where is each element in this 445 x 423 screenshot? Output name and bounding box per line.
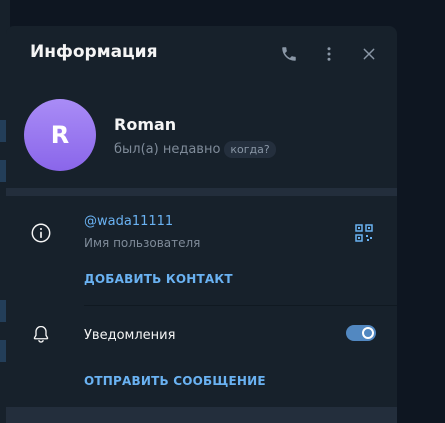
- more-button[interactable]: [317, 42, 341, 66]
- dialog-title: Информация: [30, 42, 158, 62]
- notifications-label: Уведомления: [84, 328, 176, 343]
- info-icon-wrap: [29, 221, 53, 245]
- username-link[interactable]: @wada11111: [84, 214, 173, 229]
- row-separator: [84, 305, 397, 306]
- notifications-toggle[interactable]: [346, 325, 376, 341]
- avatar[interactable]: R: [24, 99, 96, 171]
- qr-code-icon: [355, 224, 373, 242]
- background-header: [10, 0, 445, 22]
- call-button[interactable]: [277, 42, 301, 66]
- dialog-header: Информация: [6, 26, 397, 82]
- info-icon: [31, 223, 51, 243]
- section-divider: [6, 188, 397, 196]
- avatar-letter: R: [50, 121, 70, 149]
- qr-code-button[interactable]: [355, 224, 373, 242]
- username-label: Имя пользователя: [84, 236, 201, 250]
- bell-icon: [33, 325, 49, 343]
- last-seen-text: был(а) недавно: [114, 142, 221, 157]
- bell-icon-wrap: [29, 322, 53, 346]
- toggle-knob: [362, 327, 374, 339]
- section-divider-bottom: [6, 407, 397, 423]
- close-icon: [363, 48, 375, 60]
- user-info-dialog: Информация R Roman был(а) недавно когда?: [6, 26, 397, 423]
- more-vertical-icon: [327, 47, 331, 61]
- when-badge[interactable]: когда?: [224, 141, 276, 158]
- add-contact-button[interactable]: ДОБАВИТЬ КОНТАКТ: [84, 272, 233, 286]
- profile-name: Roman: [114, 115, 177, 134]
- close-button[interactable]: [357, 42, 381, 66]
- profile-status: был(а) недавно когда?: [114, 141, 276, 158]
- profile-section: R Roman был(а) недавно когда?: [6, 86, 397, 184]
- phone-icon: [282, 47, 296, 61]
- send-message-button[interactable]: ОТПРАВИТЬ СООБЩЕНИЕ: [84, 374, 266, 388]
